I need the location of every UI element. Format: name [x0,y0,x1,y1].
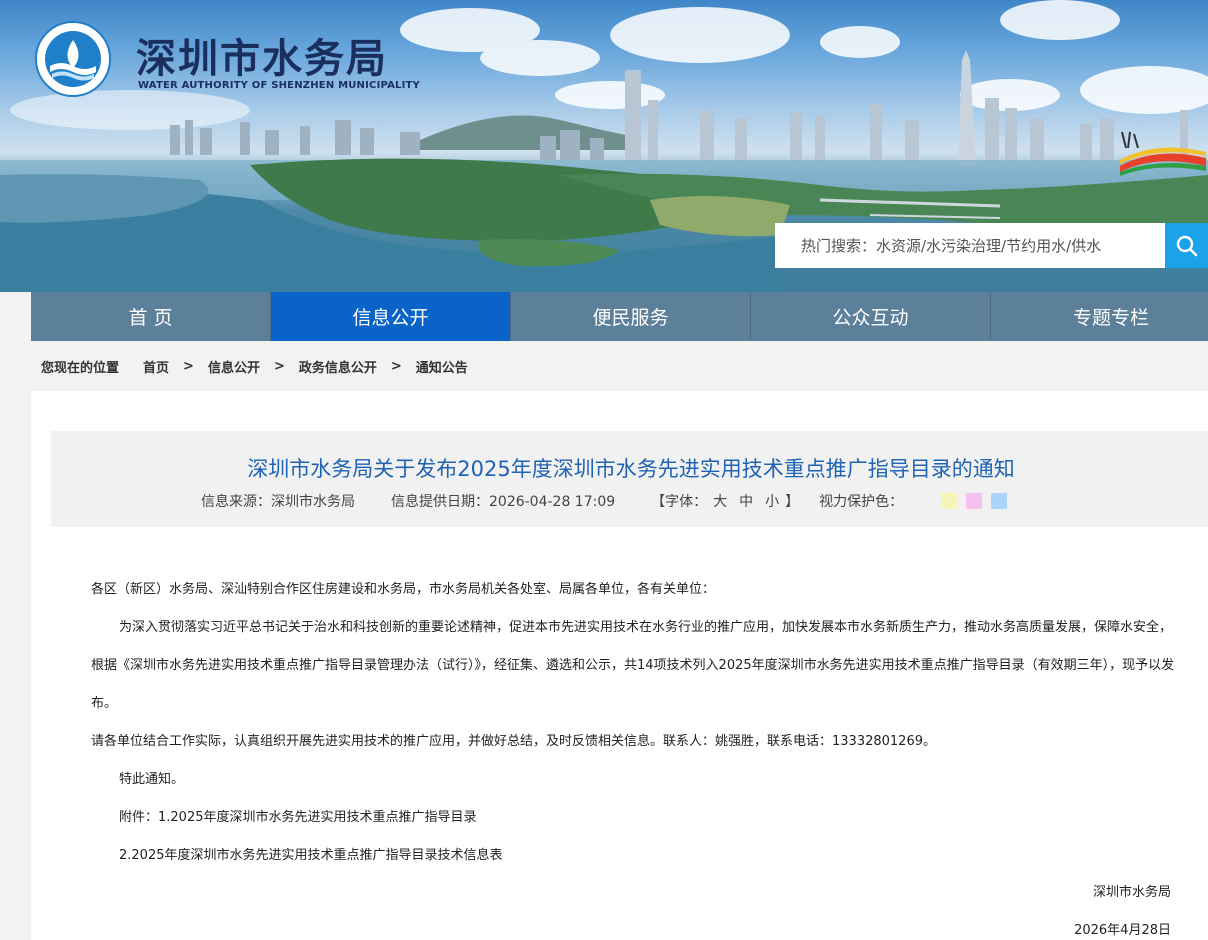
breadcrumb: 您现在的位置 首页 > 信息公开 > 政务信息公开 > 通知公告 [31,341,1208,391]
eye-color-pink-button[interactable] [966,493,983,509]
main-nav: 首 页 信息公开 便民服务 公众互动 专题专栏 [31,292,1208,341]
breadcrumb-prefix: 您现在的位置 [41,360,120,376]
article-paragraph-request: 请各单位结合工作实际，认真组织开展先进实用技术的推广应用，并做好总结，及时反馈相… [91,734,936,749]
breadcrumb-separator: > [273,358,285,374]
info-source: 信息来源：深圳市水务局 [201,494,355,510]
article-paragraph-closing: 特此通知。 [119,772,185,787]
article-paragraph-main: 为深入贯彻落实习近平总书记关于治水和科技创新的重要论述精神，促进本市先进实用技术… [91,620,1175,711]
info-date: 信息提供日期：2026-04-28 17:09 [391,494,616,510]
site-subtitle: WATER AUTHORITY OF SHENZHEN MUNICIPALITY [138,80,420,91]
font-size-small-button[interactable]: 小 [765,491,779,511]
breadcrumb-home[interactable]: 首页 [143,357,169,376]
shenzhen-gov-brand-logo[interactable] [1116,128,1208,178]
article-container: 深圳市水务局关于发布2025年度深圳市水务先进实用技术重点推广指导目录的通知 信… [31,391,1208,940]
eye-color-blue-button[interactable] [991,493,1008,509]
nav-item-info-disclosure[interactable]: 信息公开 [271,292,511,341]
search-button[interactable] [1165,223,1208,268]
article-paragraph-salutation: 各区（新区）水务局、深汕特别合作区住房建设和水务局，市水务局机关各处室、局属各单… [91,582,716,597]
nav-item-home[interactable]: 首 页 [31,292,271,341]
attachment-link-1[interactable]: 附件：1.2025年度深圳市水务先进实用技术重点推广指导目录 [91,799,1181,837]
authority-logo[interactable] [34,20,112,98]
article-sign-date: 2026年4月28日 [1074,923,1171,938]
nav-item-public-interaction[interactable]: 公众互动 [751,292,991,341]
nav-item-public-services[interactable]: 便民服务 [511,292,751,341]
breadcrumb-separator: > [183,358,194,374]
breadcrumb-gov-info[interactable]: 政务信息公开 [299,357,377,376]
breadcrumb-notices[interactable]: 通知公告 [416,357,468,376]
article-meta: 信息来源：深圳市水务局 信息提供日期：2026-04-28 17:09 【字体：… [201,491,1016,511]
site-title[interactable]: 深圳市水务局 [136,26,388,84]
search-bar [775,223,1208,268]
nav-item-special-topics[interactable]: 专题专栏 [991,292,1208,341]
font-size-large-button[interactable]: 大 [713,491,727,511]
article-header: 深圳市水务局关于发布2025年度深圳市水务先进实用技术重点推广指导目录的通知 信… [51,431,1208,527]
font-size-close: 】 [785,494,800,510]
breadcrumb-separator: > [390,358,402,374]
article-title: 深圳市水务局关于发布2025年度深圳市水务先进实用技术重点推广指导目录的通知 [247,457,1015,481]
attachment-link-2[interactable]: 2.2025年度深圳市水务先进实用技术重点推广指导目录技术信息表 [91,837,1181,875]
search-input[interactable] [775,223,1165,268]
search-icon [1176,235,1197,256]
eye-color-yellow-button[interactable] [941,493,958,509]
eye-protection-label: 视力保护色： [819,494,904,510]
article-body: 各区（新区）水务局、深汕特别合作区住房建设和水务局，市水务局机关各处室、局属各单… [91,571,1181,875]
breadcrumb-info-disclosure[interactable]: 信息公开 [208,357,260,376]
article-signature: 深圳市水务局 [1092,885,1171,900]
font-size-open: 【字体： [651,494,708,510]
font-size-medium-button[interactable]: 中 [739,491,753,511]
